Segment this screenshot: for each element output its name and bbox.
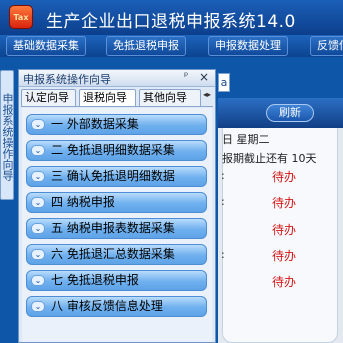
right-panel-strip: [218, 73, 343, 98]
wizard-panel: 申报系统操作向导 ᵖ × 认定向导 退税向导 其他向导 ◂▸ ⌄ 一 外部数据采…: [18, 69, 216, 343]
main-menu-bar: 基础数据采集 免抵退税申报 申报数据处理 反馈信: [0, 35, 343, 57]
wizard-title-bar: 申报系统操作向导 ᵖ ×: [19, 70, 215, 87]
todo-status[interactable]: 待办: [272, 221, 296, 238]
deadline-line: 报期截止还有 10天: [222, 152, 317, 165]
step-refund-detail-collection[interactable]: ⌄ 二 免抵退明细数据采集: [26, 140, 207, 161]
menu-basic-data-collection[interactable]: 基础数据采集: [6, 36, 86, 56]
app-icon: Tax: [9, 5, 33, 29]
tab-registration-wizard[interactable]: 认定向导: [21, 89, 76, 106]
chevron-down-icon: ⌄: [31, 171, 45, 182]
row-colon: :: [221, 195, 225, 208]
step-label: 二 免抵退明细数据采集: [51, 143, 175, 157]
todo-status[interactable]: 待办: [272, 168, 296, 185]
todo-status[interactable]: 待办: [272, 247, 296, 264]
row-colon: :: [221, 169, 225, 182]
menu-feedback[interactable]: 反馈信: [310, 36, 343, 56]
chevron-down-icon: ⌄: [31, 119, 45, 130]
step-label: 三 确认免抵退明细数据: [51, 169, 175, 183]
right-panel-tab[interactable]: a: [218, 73, 230, 92]
chevron-down-icon: ⌄: [31, 223, 45, 234]
close-icon[interactable]: ×: [199, 70, 209, 84]
step-label: 一 外部数据采集: [51, 117, 139, 131]
step-tax-declaration[interactable]: ⌄ 四 纳税申报: [26, 192, 207, 213]
step-refund-summary-collection[interactable]: ⌄ 六 免抵退汇总数据采集: [26, 244, 207, 265]
chevron-down-icon: ⌄: [31, 275, 45, 286]
wizard-title: 申报系统操作向导: [23, 73, 111, 86]
step-label: 五 纳税申报表数据采集: [51, 221, 175, 235]
todo-status[interactable]: 待办: [272, 273, 296, 290]
step-label: 八 审核反馈信息处理: [51, 299, 163, 313]
menu-declaration-data-processing[interactable]: 申报数据处理: [208, 36, 288, 56]
wizard-step-list: ⌄ 一 外部数据采集 ⌄ 二 免抵退明细数据采集 ⌄ 三 确认免抵退明细数据 ⌄…: [22, 108, 212, 342]
todo-status[interactable]: 待办: [272, 194, 296, 211]
app-title: 生产企业出口退税申报系统14.0: [46, 12, 296, 32]
row-colon: :: [221, 248, 225, 261]
step-refund-declaration[interactable]: ⌄ 七 免抵退税申报: [26, 270, 207, 291]
tab-divider: [21, 106, 213, 107]
chevron-down-icon: ⌄: [31, 301, 45, 312]
date-line: 日 星期二: [222, 133, 270, 146]
step-audit-feedback-processing[interactable]: ⌄ 八 审核反馈信息处理: [26, 296, 207, 317]
tab-other-wizard[interactable]: 其他向导: [139, 89, 201, 106]
chevron-down-icon: ⌄: [31, 249, 45, 260]
right-panel-header: 刷新: [218, 98, 343, 128]
tab-scroll-arrows-icon[interactable]: ◂▸: [203, 90, 211, 99]
pin-icon[interactable]: ᵖ: [184, 71, 188, 82]
step-label: 六 免抵退汇总数据采集: [51, 247, 175, 261]
refresh-button[interactable]: 刷新: [266, 104, 314, 122]
chevron-down-icon: ⌄: [31, 145, 45, 156]
side-tab-wizard[interactable]: 申报系统操作向导: [0, 70, 14, 200]
menu-tax-refund-declaration[interactable]: 免抵退税申报: [106, 36, 186, 56]
todo-card: 日 星期二 报期截止还有 10天 : 待办 : 待办 待办 : 待办 待办: [221, 128, 338, 343]
step-confirm-refund-detail[interactable]: ⌄ 三 确认免抵退明细数据: [26, 166, 207, 187]
chevron-down-icon: ⌄: [31, 197, 45, 208]
step-label: 四 纳税申报: [51, 195, 115, 209]
right-info-panel: 刷新 日 星期二 报期截止还有 10天 : 待办 : 待办 待办 : 待办 待办: [218, 98, 343, 343]
step-label: 七 免抵退税申报: [51, 273, 139, 287]
step-external-data-collection[interactable]: ⌄ 一 外部数据采集: [26, 114, 207, 135]
title-bar: Tax 生产企业出口退税申报系统14.0: [0, 0, 343, 35]
step-tax-form-collection[interactable]: ⌄ 五 纳税申报表数据采集: [26, 218, 207, 239]
tab-refund-wizard[interactable]: 退税向导: [79, 89, 136, 107]
